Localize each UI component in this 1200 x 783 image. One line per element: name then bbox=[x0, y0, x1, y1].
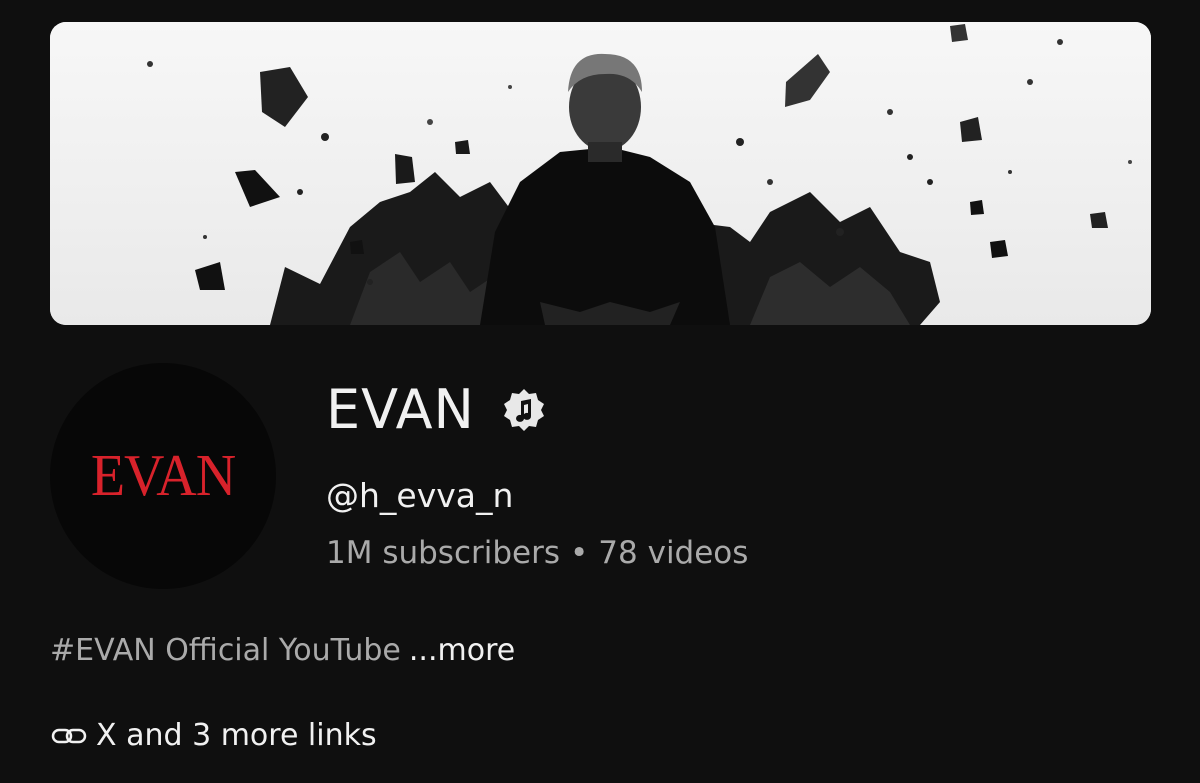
links-label[interactable]: X and 3 more links bbox=[96, 718, 377, 753]
channel-avatar[interactable]: EVAN bbox=[50, 363, 276, 589]
banner-image bbox=[50, 22, 1151, 325]
description-text: #EVAN Official YouTube bbox=[50, 633, 401, 668]
link-icon bbox=[51, 728, 87, 743]
subscriber-count: 1M subscribers bbox=[326, 535, 560, 571]
channel-title: EVAN bbox=[326, 378, 547, 441]
channel-stats: 1M subscribers • 78 videos bbox=[326, 535, 748, 571]
channel-banner bbox=[50, 22, 1151, 325]
more-button[interactable]: ...more bbox=[409, 633, 515, 668]
stats-separator: • bbox=[570, 535, 589, 571]
avatar-logo-text: EVAN bbox=[90, 443, 236, 509]
video-count: 78 videos bbox=[598, 535, 749, 571]
channel-links[interactable]: X and 3 more links bbox=[50, 718, 377, 753]
music-note-verified-icon bbox=[503, 388, 544, 431]
channel-handle: @h_evva_n bbox=[326, 476, 514, 515]
channel-name: EVAN bbox=[326, 378, 475, 441]
channel-description[interactable]: #EVAN Official YouTube ...more bbox=[50, 633, 515, 668]
